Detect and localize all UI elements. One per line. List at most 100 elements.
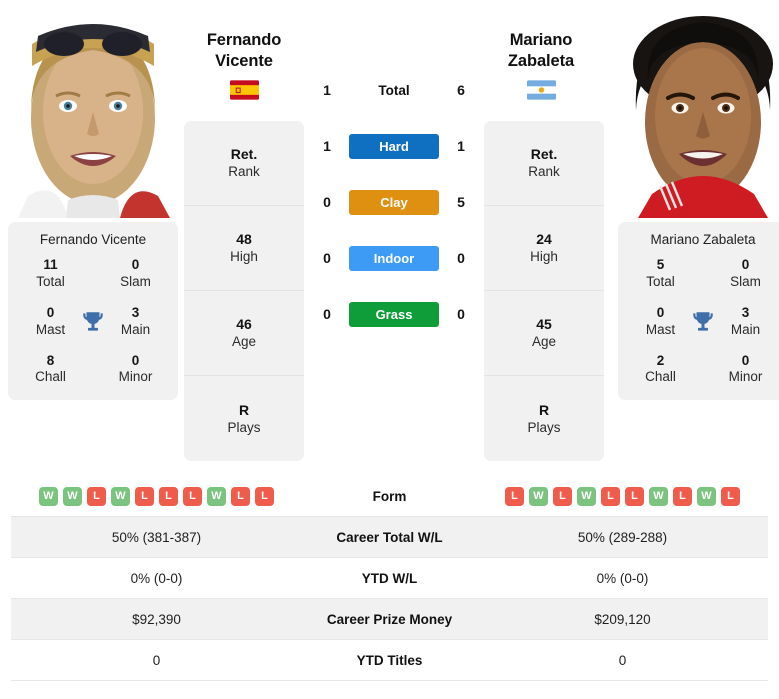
row-label-form: Form xyxy=(372,488,407,504)
trophy-icon xyxy=(693,311,713,331)
row-label-ytd-titles: YTD Titles xyxy=(356,652,423,668)
left-form-badge[interactable]: W xyxy=(207,486,226,506)
right-career-total-wl: 50% (289-288) xyxy=(577,529,668,545)
left-info-card: Ret. Rank 48 High 46 Age R Plays xyxy=(184,121,304,461)
right-form-badge[interactable]: W xyxy=(529,486,548,506)
right-info-high-value: 24 xyxy=(536,231,552,248)
right-player-header[interactable]: Mariano Zabaleta xyxy=(481,30,601,100)
right-form-badge[interactable]: L xyxy=(601,486,620,506)
h2h-hard-left: 1 xyxy=(323,138,331,154)
h2h-indoor-left: 0 xyxy=(323,250,331,266)
right-ytd-titles: 0 xyxy=(618,652,627,668)
right-titles-total-label: Total xyxy=(646,273,675,289)
right-player-first-name: Mariano xyxy=(509,31,573,49)
left-form-badge[interactable]: W xyxy=(39,486,58,506)
right-player-panel: Mariano Zabaleta 5 Total 0 Slam 0 Mast 3… xyxy=(618,0,779,401)
right-titles-grid: 5 Total 0 Slam 0 Mast 3 Main 2 Chall 0 M… xyxy=(618,257,779,386)
right-info-age-value: 45 xyxy=(536,316,552,333)
right-career-prize-money: $209,120 xyxy=(594,611,651,627)
right-info-high: 24 High xyxy=(484,206,604,291)
left-titles-chall-value: 8 xyxy=(46,352,55,368)
right-form-badge[interactable]: L xyxy=(625,486,644,506)
left-form-badge[interactable]: L xyxy=(255,486,274,506)
h2h-indoor-right: 0 xyxy=(457,250,465,266)
left-ytd-wl: 0% (0-0) xyxy=(130,570,183,586)
right-form-badge[interactable]: W xyxy=(649,486,668,506)
left-titles-minor: 0 Minor xyxy=(93,353,178,387)
left-form-badge[interactable]: L xyxy=(135,486,154,506)
left-titles-total-value: 11 xyxy=(43,257,58,272)
left-form-badge[interactable]: W xyxy=(63,486,82,506)
right-player-flag xyxy=(481,80,601,100)
table-row-ytd-titles: 0 YTD Titles 0 xyxy=(11,640,768,681)
h2h-grass-left: 0 xyxy=(323,306,331,322)
right-info-rank: Ret. Rank xyxy=(484,121,604,206)
left-form-badge[interactable]: L xyxy=(183,486,202,506)
right-titles-slam-label: Slam xyxy=(730,273,761,289)
row-label-career-total-wl: Career Total W/L xyxy=(336,529,443,545)
right-form-cell: LWLWLLWLWL xyxy=(477,486,768,506)
row-label-ytd-wl: YTD W/L xyxy=(361,570,418,586)
left-ytd-titles: 0 xyxy=(152,652,161,668)
right-titles-player-name: Mariano Zabaleta xyxy=(650,232,756,247)
left-titles-slam-label: Slam xyxy=(120,273,151,289)
right-titles-total: 5 Total xyxy=(618,257,703,291)
surface-badge-hard[interactable]: Hard xyxy=(349,133,439,159)
right-titles-total-value: 5 xyxy=(656,257,665,272)
player-comparison-page: Fernando Vicente 11 Total 0 Slam 0 Mast xyxy=(0,0,779,699)
right-info-plays: R Plays xyxy=(484,376,604,461)
left-titles-minor-label: Minor xyxy=(118,369,153,385)
right-form-strip: LWLWLLWLWL xyxy=(505,486,740,506)
left-info-high-label: High xyxy=(230,249,258,265)
left-titles-chall-label: Chall xyxy=(35,369,66,385)
left-form-badge[interactable]: W xyxy=(111,486,130,506)
right-info-rank-label: Rank xyxy=(528,164,560,180)
left-titles-total: 11 Total xyxy=(8,257,93,291)
right-info-high-label: High xyxy=(530,249,558,265)
h2h-hard-right: 1 xyxy=(457,138,465,154)
h2h-total-label: Total xyxy=(378,82,410,98)
right-titles-minor-value: 0 xyxy=(741,352,750,368)
right-info-age: 45 Age xyxy=(484,291,604,376)
trophy-icon xyxy=(83,311,103,331)
right-info-rank-value: Ret. xyxy=(530,146,558,163)
right-form-badge[interactable]: L xyxy=(553,486,572,506)
left-form-badge[interactable]: L xyxy=(159,486,178,506)
right-titles-slam-value: 0 xyxy=(741,257,750,272)
table-row-form: WWLWLLLWLL Form LWLWLLWLWL xyxy=(11,476,768,517)
left-player-panel: Fernando Vicente 11 Total 0 Slam 0 Mast xyxy=(8,0,178,401)
right-titles-chall: 2 Chall xyxy=(618,353,703,387)
left-info-rank: Ret. Rank xyxy=(184,121,304,206)
right-titles-minor: 0 Minor xyxy=(703,353,779,387)
right-titles-chall-label: Chall xyxy=(645,369,676,385)
left-info-plays-label: Plays xyxy=(227,419,261,435)
surface-badge-clay[interactable]: Clay xyxy=(349,189,439,215)
left-form-badge[interactable]: L xyxy=(87,486,106,506)
left-info-rank-value: Ret. xyxy=(230,146,258,163)
h2h-row-grass: 0 Grass 0 xyxy=(314,286,474,342)
right-form-badge[interactable]: L xyxy=(721,486,740,506)
left-form-cell: WWLWLLLWLL xyxy=(11,486,302,506)
row-label-career-prize-money: Career Prize Money xyxy=(326,611,453,627)
top-section: Fernando Vicente 11 Total 0 Slam 0 Mast xyxy=(0,0,779,470)
left-info-rank-label: Rank xyxy=(228,164,260,180)
surface-badge-indoor[interactable]: Indoor xyxy=(349,245,439,271)
left-career-prize-money: $92,390 xyxy=(132,611,181,627)
surface-badge-grass[interactable]: Grass xyxy=(349,301,439,327)
left-info-high-value: 48 xyxy=(236,231,252,248)
right-form-badge[interactable]: L xyxy=(673,486,692,506)
right-player-last-name: Zabaleta xyxy=(507,52,575,71)
right-titles-minor-label: Minor xyxy=(728,369,763,385)
right-titles-chall-value: 2 xyxy=(656,352,665,368)
right-form-badge[interactable]: L xyxy=(505,486,524,506)
left-form-badge[interactable]: L xyxy=(231,486,250,506)
left-form-strip: WWLWLLLWLL xyxy=(39,486,274,506)
h2h-grass-right: 0 xyxy=(457,306,465,322)
h2h-clay-right: 5 xyxy=(457,194,465,210)
left-titles-total-label: Total xyxy=(36,273,65,289)
left-info-high: 48 High xyxy=(184,206,304,291)
left-player-flag xyxy=(184,80,304,100)
left-player-header[interactable]: Fernando Vicente xyxy=(184,30,304,100)
right-form-badge[interactable]: W xyxy=(697,486,716,506)
right-form-badge[interactable]: W xyxy=(577,486,596,506)
